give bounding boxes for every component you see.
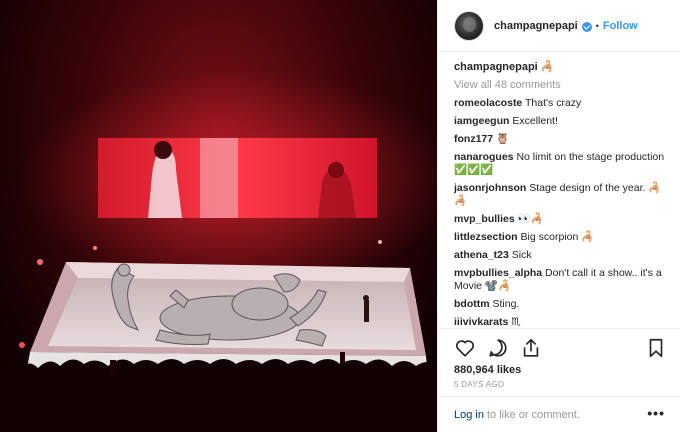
comment-text: 🦉 <box>496 133 510 145</box>
comment-text: 👀🦂 <box>517 213 544 225</box>
login-prompt-text: to like or comment. <box>486 408 580 421</box>
post-photo[interactable] <box>0 0 437 432</box>
comment-username[interactable]: mvp_bullies <box>454 213 515 225</box>
comment-item: littlezsection Big scorpion 🦂 <box>454 231 674 244</box>
header-username[interactable]: champagnepapi <box>494 20 578 32</box>
more-options-icon[interactable]: ••• <box>647 405 665 421</box>
comment-username[interactable]: athena_t23 <box>454 249 509 261</box>
caption-text: 🦂 <box>540 61 555 73</box>
comment-item: athena_t23 Sick <box>454 249 674 262</box>
comment-username[interactable]: mvpbullies_alpha <box>454 267 542 279</box>
comment-text: That's crazy <box>525 97 582 109</box>
comment-text: Sting. <box>492 298 520 310</box>
separator-dot: • <box>595 20 599 31</box>
concert-stage-illustration <box>0 70 437 432</box>
verified-badge-icon <box>581 21 592 32</box>
bookmark-icon[interactable] <box>645 337 667 359</box>
comment-username[interactable]: iiivivkarats <box>454 316 508 328</box>
comment-item: romeolacoste That's crazy <box>454 97 674 110</box>
comment-item: bdottm Sting. <box>454 298 674 311</box>
comment-item: iiivivkarats ♏ <box>454 316 674 328</box>
likes-count[interactable]: 880,964 likes <box>454 364 521 376</box>
view-all-comments-link[interactable]: View all 48 comments <box>454 79 674 91</box>
comment-username[interactable]: jasonrjohnson <box>454 182 526 194</box>
login-footer: Log in to like or comment. ••• <box>438 396 680 432</box>
caption: champagnepapi 🦂 <box>454 60 674 74</box>
instagram-post: champagnepapi • Follow champagnepapi 🦂 V… <box>0 0 680 432</box>
post-age: 5 DAYS AGO <box>454 380 505 389</box>
avatar[interactable] <box>454 10 484 41</box>
comment-username[interactable]: littlezsection <box>454 231 518 243</box>
comments-list[interactable]: champagnepapi 🦂 View all 48 comments rom… <box>454 60 674 328</box>
share-icon[interactable] <box>520 337 542 359</box>
comment-username[interactable]: fonz177 <box>454 133 493 145</box>
comment-text: Sick <box>511 249 532 261</box>
post-sidebar: champagnepapi • Follow champagnepapi 🦂 V… <box>437 0 680 432</box>
comment-item: iamgeegun Excellent! <box>454 115 674 128</box>
comment-icon[interactable] <box>487 337 509 359</box>
follow-button[interactable]: Follow <box>603 20 638 32</box>
comment-text: Excellent! <box>512 115 558 127</box>
comment-item: mvp_bullies 👀🦂 <box>454 213 674 226</box>
heart-icon[interactable] <box>454 337 476 359</box>
comment-item: nanarogues No limit on the stage product… <box>454 151 674 177</box>
login-link[interactable]: Log in <box>454 409 484 421</box>
comment-text: Big scorpion 🦂 <box>520 231 595 243</box>
comment-username[interactable]: romeolacoste <box>454 97 522 109</box>
post-header: champagnepapi • Follow <box>438 0 680 52</box>
comment-username[interactable]: bdottm <box>454 298 490 310</box>
comment-text: ♏ <box>511 316 521 328</box>
comment-item: jasonrjohnson Stage design of the year. … <box>454 182 674 208</box>
caption-username[interactable]: champagnepapi <box>454 61 538 73</box>
comment-username[interactable]: nanarogues <box>454 151 514 163</box>
comment-item: mvpbullies_alpha Don't call it a show.. … <box>454 267 674 293</box>
comment-username[interactable]: iamgeegun <box>454 115 509 127</box>
comment-item: fonz177 🦉 <box>454 133 674 146</box>
action-bar <box>438 328 680 364</box>
